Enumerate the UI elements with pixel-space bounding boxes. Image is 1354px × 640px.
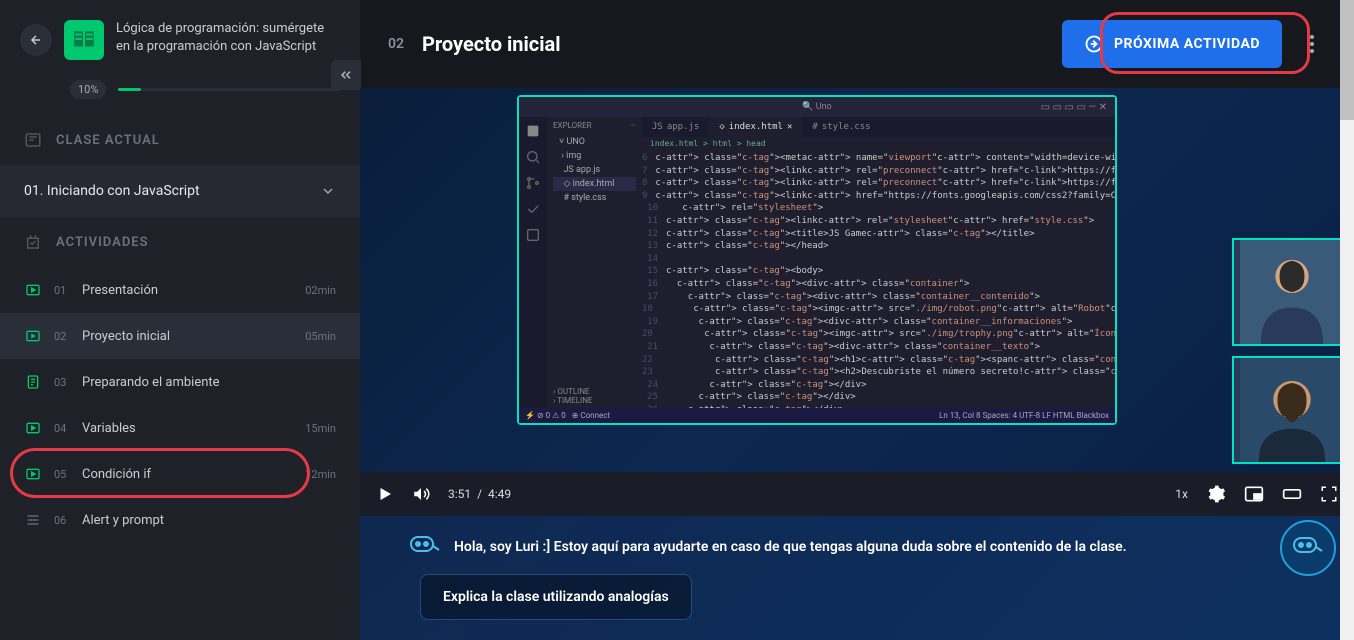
activity-item-condicion-if[interactable]: 05 Condición if 12min <box>0 451 360 497</box>
play-icon <box>24 419 42 437</box>
explorer-file: JS app.js <box>553 163 636 177</box>
explorer-file: › img <box>553 149 636 163</box>
activity-number: 04 <box>54 422 70 435</box>
editor-tab: ◇ index.html ✕ <box>709 117 802 137</box>
play-icon <box>24 465 42 483</box>
video-controls: 3:51 / 4:49 1x <box>360 472 1354 516</box>
main-header: 02 Proyecto inicial PRÓXIMA ACTIVIDAD <box>360 0 1354 88</box>
explorer-folder: ˅ UNO <box>553 134 636 149</box>
explorer-file: ◇ index.html <box>553 177 636 191</box>
activity-duration: 12min <box>305 468 336 481</box>
activity-number: 02 <box>54 330 70 343</box>
class-title: 01. Iniciando con JavaScript <box>24 183 200 199</box>
vscode-titlebar: 🔍 Uno ▭ ▭ ▭ ▭ — ✕ <box>519 97 1115 117</box>
activity-duration: 05min <box>305 330 336 343</box>
progress-fill <box>118 88 140 91</box>
activity-item-variables[interactable]: 04 Variables 15min <box>0 405 360 451</box>
editor-tab: JS app.js <box>642 117 709 137</box>
explorer-file: # style.css <box>553 191 636 205</box>
activity-number: 02 <box>388 36 404 52</box>
sidebar-header: Lógica de programación: sumérgete en la … <box>0 0 360 80</box>
play-icon <box>24 281 42 299</box>
activity-number: 05 <box>54 468 70 481</box>
vscode-window: 🔍 Uno ▭ ▭ ▭ ▭ — ✕ EXPLORER··· ˅ UNO › im… <box>517 95 1117 425</box>
pip-icon[interactable] <box>1244 484 1264 504</box>
activity-number: 06 <box>54 514 70 527</box>
code-content: 6c-attr"> class="c-tag"><metac-attr"> na… <box>642 150 1115 418</box>
activities-list: 01 Presentación 02min 02 Proyecto inicia… <box>0 267 360 640</box>
progress-label: 10% <box>70 80 106 99</box>
activity-number: 01 <box>54 284 70 297</box>
vscode-explorer: EXPLORER··· ˅ UNO › img JS app.js ◇ inde… <box>547 117 642 423</box>
activity-item-proyecto-inicial[interactable]: 02 Proyecto inicial 05min <box>0 313 360 359</box>
activity-name: Variables <box>82 421 293 436</box>
chat-icon <box>410 536 440 558</box>
presenter-webcam-1 <box>1232 238 1352 346</box>
editor-breadcrumb: index.html > html > head <box>642 137 1115 150</box>
course-title: Lógica de programación: sumérgete en la … <box>116 20 340 56</box>
assistant-section: Hola, soy Luri :] Estoy aquí para ayudar… <box>360 516 1354 640</box>
vscode-statusbar: ⚡ ⊘ 0 ⚠ 0 ⊕ Connect Ln 13, Col 8 Spaces:… <box>519 408 1115 423</box>
chat-fab-button[interactable] <box>1280 520 1336 576</box>
doc-icon <box>24 373 42 391</box>
activity-name: Preparando el ambiente <box>82 375 324 390</box>
activity-number: 03 <box>54 376 70 389</box>
arrow-right-circle-icon <box>1084 34 1104 54</box>
back-button[interactable] <box>20 24 52 56</box>
chevron-down-icon <box>320 183 336 199</box>
volume-button[interactable] <box>412 485 430 503</box>
activities-section-label: ACTIVIDADES <box>0 217 360 267</box>
play-icon <box>24 327 42 345</box>
vscode-editor: JS app.js ◇ index.html ✕ # style.css ind… <box>642 117 1115 423</box>
activity-name: Condición if <box>82 467 293 482</box>
video-time: 3:51 / 4:49 <box>448 487 511 501</box>
activity-duration: 15min <box>305 422 336 435</box>
scrollbar-thumb[interactable] <box>1340 0 1354 120</box>
editor-tab: # style.css <box>802 117 880 137</box>
luri-greeting: Hola, soy Luri :] Estoy aquí para ayudar… <box>454 539 1127 555</box>
course-icon <box>64 20 104 60</box>
progress-bar <box>118 88 340 91</box>
vscode-activitybar <box>519 117 547 423</box>
activity-item-presentacion[interactable]: 01 Presentación 02min <box>0 267 360 313</box>
activity-item-preparando-ambiente[interactable]: 03 Preparando el ambiente <box>0 359 360 405</box>
browser-scrollbar[interactable] <box>1340 0 1354 640</box>
fullscreen-icon[interactable] <box>1320 485 1338 503</box>
video-area[interactable]: 🔍 Uno ▭ ▭ ▭ ▭ — ✕ EXPLORER··· ˅ UNO › im… <box>360 88 1354 472</box>
activity-name: Proyecto inicial <box>82 329 293 344</box>
collapse-sidebar-button[interactable] <box>331 60 361 90</box>
next-activity-button[interactable]: PRÓXIMA ACTIVIDAD <box>1062 20 1282 68</box>
presenter-webcam-2 <box>1232 356 1352 464</box>
class-item[interactable]: 01. Iniciando con JavaScript <box>0 165 360 217</box>
explain-button[interactable]: Explica la clase utilizando analogías <box>420 574 692 620</box>
more-options-button[interactable] <box>1298 30 1326 58</box>
vscode-search: 🔍 Uno <box>802 102 831 112</box>
sidebar: Lógica de programación: sumérgete en la … <box>0 0 360 640</box>
play-button[interactable] <box>376 485 394 503</box>
settings-icon[interactable] <box>1206 484 1226 504</box>
activity-duration: 02min <box>305 284 336 297</box>
progress-row: 10% <box>0 80 360 115</box>
activity-item-alert-prompt[interactable]: 06 Alert y prompt <box>0 497 360 543</box>
activity-name: Alert y prompt <box>82 513 324 528</box>
list-icon <box>24 511 42 529</box>
activity-title: Proyecto inicial <box>422 32 561 56</box>
current-class-section-label: CLASE ACTUAL <box>0 115 360 165</box>
activity-name: Presentación <box>82 283 293 298</box>
playback-speed[interactable]: 1x <box>1175 487 1188 501</box>
theater-icon[interactable] <box>1282 484 1302 504</box>
main-content: 02 Proyecto inicial PRÓXIMA ACTIVIDAD 🔍 … <box>360 0 1354 640</box>
